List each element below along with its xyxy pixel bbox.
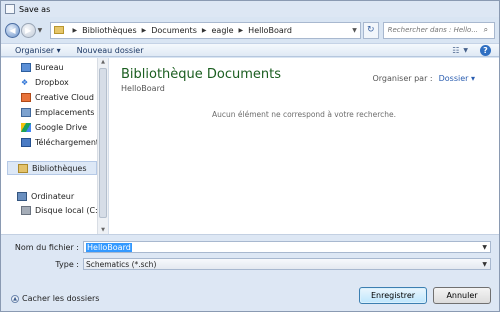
new-folder-button[interactable]: Nouveau dossier <box>77 46 144 55</box>
chevron-down-icon[interactable]: ▼ <box>482 244 487 251</box>
breadcrumb-eagle[interactable]: eagle <box>212 26 234 35</box>
forward-button[interactable]: ▶ <box>20 22 36 38</box>
chevron-right-icon[interactable]: ▶ <box>142 27 147 34</box>
sidebar-item-label: Emplacements réc <box>35 108 97 117</box>
sidebar-item-label: Ordinateur <box>31 192 75 201</box>
sidebar-item-label: Téléchargements <box>35 138 97 147</box>
type-label: Type : <box>55 259 79 269</box>
breadcrumb[interactable]: ▶ Bibliothèques ▶ Documents ▶ eagle ▶ He… <box>49 21 361 39</box>
refresh-button[interactable]: ↻ <box>362 21 379 39</box>
google-drive-icon <box>21 123 31 132</box>
sidebar-item-downloads[interactable]: Téléchargements <box>21 138 97 147</box>
sidebar-item-label: Creative Cloud Fil <box>35 93 97 102</box>
dropbox-icon: ❖ <box>21 78 29 87</box>
empty-message: Aucun élément ne correspond à votre rech… <box>212 110 396 119</box>
chevron-up-icon: ▲ <box>11 294 19 303</box>
save-options-panel: Nom du fichier : HelloBoard ▼ Type : Sch… <box>1 234 499 311</box>
arrange-by-label: Organiser par : <box>372 74 433 83</box>
sidebar-item-local-disk[interactable]: Disque local (C:) <box>21 206 97 215</box>
navigation-pane: Bureau ❖ Dropbox Creative Cloud Fil Empl… <box>1 58 109 234</box>
search-icon[interactable]: ⌕ <box>484 25 488 35</box>
type-row: Type : Schematics (*.sch) ▼ <box>1 258 491 270</box>
downloads-icon <box>21 138 31 147</box>
sidebar-scrollbar[interactable]: ▲ ▼ <box>97 58 108 234</box>
search-box[interactable]: ⌕ <box>382 21 496 39</box>
filename-row: Nom du fichier : HelloBoard ▼ <box>1 241 491 253</box>
recent-places-icon <box>21 108 31 117</box>
breadcrumb-libraries[interactable]: Bibliothèques <box>82 26 137 35</box>
address-dropdown-icon[interactable]: ▼ <box>352 27 357 34</box>
file-type-value[interactable]: Schematics (*.sch) <box>86 260 156 269</box>
command-bar: Organiser ▾ Nouveau dossier ☷ ▼ ? <box>1 43 499 57</box>
filename-value[interactable]: HelloBoard <box>86 242 132 252</box>
sidebar-item-label: Google Drive <box>35 123 88 132</box>
file-list-pane[interactable]: Bibliothèque Documents HelloBoard Organi… <box>109 58 499 234</box>
hard-drive-icon <box>21 206 31 215</box>
sidebar-item-libraries[interactable]: Bibliothèques <box>7 161 97 175</box>
scroll-up-icon[interactable]: ▲ <box>98 59 108 65</box>
sidebar-item-label: Bibliothèques <box>32 163 87 173</box>
sidebar-item-label: Disque local (C:) <box>35 206 97 215</box>
sidebar-item-recent-places[interactable]: Emplacements réc <box>21 108 97 117</box>
save-button[interactable]: Enregistrer <box>359 287 427 304</box>
chevron-right-icon[interactable]: ▶ <box>73 27 78 34</box>
hide-folders-toggle[interactable]: ▲ Cacher les dossiers <box>11 294 99 303</box>
hide-folders-label: Cacher les dossiers <box>22 294 100 303</box>
sidebar-item-dropbox[interactable]: ❖ Dropbox <box>21 78 97 87</box>
arrange-by: Organiser par : Dossier ▾ <box>372 74 475 83</box>
sidebar-item-creative-cloud[interactable]: Creative Cloud Fil <box>21 93 97 102</box>
address-bar: ◀ ▶ ▼ ▶ Bibliothèques ▶ Documents ▶ eagl… <box>1 17 499 43</box>
organize-button[interactable]: Organiser ▾ <box>15 46 61 55</box>
window-title: Save as <box>19 4 51 14</box>
sidebar-item-label: Dropbox <box>35 78 69 87</box>
breadcrumb-helloboard[interactable]: HelloBoard <box>248 26 292 35</box>
save-as-dialog: Save as ◀ ▶ ▼ ▶ Bibliothèques ▶ Document… <box>0 0 500 312</box>
sidebar-item-google-drive[interactable]: Google Drive <box>21 123 97 132</box>
app-icon <box>5 4 15 14</box>
computer-icon <box>17 192 27 201</box>
breadcrumb-documents[interactable]: Documents <box>151 26 197 35</box>
folder-icon <box>53 26 64 34</box>
sidebar-item-label: Bureau <box>35 63 64 72</box>
recent-pages-dropdown[interactable]: ▼ <box>38 27 46 34</box>
filename-label: Nom du fichier : <box>14 242 79 252</box>
filename-field[interactable]: HelloBoard ▼ <box>83 241 491 253</box>
arrange-by-dropdown[interactable]: Dossier ▾ <box>439 74 475 83</box>
desktop-icon <box>21 63 31 72</box>
search-input[interactable] <box>387 26 484 34</box>
library-title: Bibliothèque Documents <box>121 67 282 82</box>
help-icon[interactable]: ? <box>480 44 491 56</box>
libraries-icon <box>18 163 28 173</box>
chevron-down-icon[interactable]: ▼ <box>463 47 468 54</box>
title-bar: Save as <box>1 1 499 17</box>
scroll-down-icon[interactable]: ▼ <box>98 227 108 233</box>
chevron-right-icon[interactable]: ▶ <box>202 27 207 34</box>
creative-cloud-icon <box>21 93 31 102</box>
chevron-right-icon[interactable]: ▶ <box>239 27 244 34</box>
file-type-select[interactable]: Schematics (*.sch) ▼ <box>83 258 491 270</box>
back-button[interactable]: ◀ <box>5 22 20 38</box>
views-icon[interactable]: ☷ <box>452 46 459 55</box>
chevron-down-icon[interactable]: ▼ <box>482 261 487 268</box>
sidebar-item-computer[interactable]: Ordinateur <box>17 192 93 201</box>
cancel-button[interactable]: Annuler <box>433 287 491 304</box>
scrollbar-thumb[interactable] <box>99 68 107 218</box>
library-subtitle: HelloBoard <box>121 84 165 93</box>
sidebar-item-bureau[interactable]: Bureau <box>21 63 97 72</box>
